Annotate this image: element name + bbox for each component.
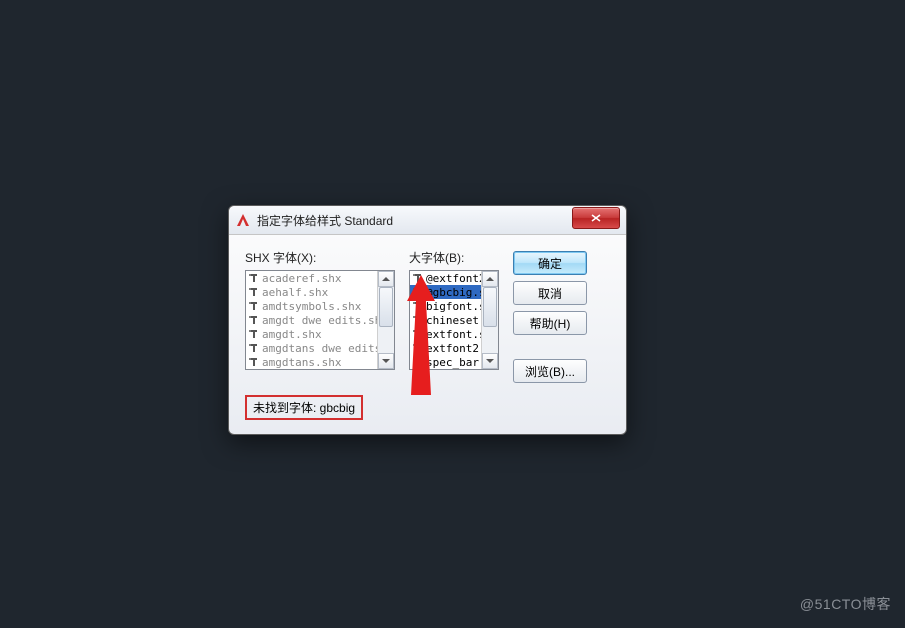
list-item[interactable]: acaderef.shx bbox=[246, 271, 394, 285]
ok-button[interactable]: 确定 bbox=[513, 251, 587, 275]
shx-column: SHX 字体(X): acaderef.shxaehalf.shxamdtsym… bbox=[245, 249, 395, 383]
list-item-label: amgdtans.shx bbox=[262, 356, 341, 369]
autocad-icon bbox=[235, 212, 251, 228]
scroll-track[interactable] bbox=[482, 287, 498, 353]
list-item[interactable]: amdtsymbols.shx bbox=[246, 299, 394, 313]
bigfont-listbox[interactable]: @extfont2.s@gbcbig.shxbigfont.shxchinese… bbox=[409, 270, 499, 370]
font-icon bbox=[248, 342, 260, 354]
list-item-label: amgdtans dwe edits bbox=[262, 342, 381, 355]
shx-label: SHX 字体(X): bbox=[245, 249, 395, 266]
font-dialog: 指定字体给样式 Standard SHX 字体(X): acaderef.shx… bbox=[228, 205, 627, 435]
scroll-thumb[interactable] bbox=[483, 287, 497, 327]
list-item[interactable]: amgdtans dwe edits bbox=[246, 341, 394, 355]
list-item-label: amdtsymbols.shx bbox=[262, 300, 361, 313]
list-item-label: amgdt.shx bbox=[262, 328, 322, 341]
browse-button[interactable]: 浏览(B)... bbox=[513, 359, 587, 383]
cancel-button[interactable]: 取消 bbox=[513, 281, 587, 305]
font-icon bbox=[412, 272, 424, 284]
list-item-label: acaderef.shx bbox=[262, 272, 341, 285]
scroll-track[interactable] bbox=[378, 287, 394, 353]
list-item-label: aehalf.shx bbox=[262, 286, 328, 299]
help-button[interactable]: 帮助(H) bbox=[513, 311, 587, 335]
close-button[interactable] bbox=[572, 207, 620, 229]
shx-listbox[interactable]: acaderef.shxaehalf.shxamdtsymbols.shxamg… bbox=[245, 270, 395, 370]
scroll-down-button[interactable] bbox=[482, 353, 498, 369]
list-item[interactable]: amgdt.shx bbox=[246, 327, 394, 341]
missing-font-status: 未找到字体: gbcbig bbox=[245, 395, 363, 420]
font-icon bbox=[248, 356, 260, 368]
font-icon bbox=[412, 314, 424, 326]
font-icon bbox=[412, 300, 424, 312]
scroll-down-button[interactable] bbox=[378, 353, 394, 369]
font-icon bbox=[412, 356, 424, 368]
scroll-up-button[interactable] bbox=[378, 271, 394, 287]
shx-scrollbar[interactable] bbox=[377, 271, 394, 369]
font-icon bbox=[248, 314, 260, 326]
font-icon bbox=[248, 272, 260, 284]
button-column: 确定 取消 帮助(H) 浏览(B)... bbox=[513, 249, 587, 383]
titlebar[interactable]: 指定字体给样式 Standard bbox=[229, 206, 626, 235]
font-icon bbox=[412, 328, 424, 340]
font-icon bbox=[412, 342, 424, 354]
status-row: 未找到字体: gbcbig bbox=[229, 395, 626, 434]
bigfont-label: 大字体(B): bbox=[409, 249, 499, 266]
scroll-thumb[interactable] bbox=[379, 287, 393, 327]
big-scrollbar[interactable] bbox=[481, 271, 498, 369]
list-item[interactable]: amgdtans.shx bbox=[246, 355, 394, 369]
font-icon bbox=[248, 328, 260, 340]
list-item[interactable]: amgdt dwe edits.shx bbox=[246, 313, 394, 327]
scroll-up-button[interactable] bbox=[482, 271, 498, 287]
font-icon bbox=[248, 286, 260, 298]
font-icon bbox=[248, 300, 260, 312]
dialog-title: 指定字体给样式 Standard bbox=[257, 212, 624, 229]
bigfont-column: 大字体(B): @extfont2.s@gbcbig.shxbigfont.sh… bbox=[409, 249, 499, 383]
watermark: @51CTO博客 bbox=[800, 594, 891, 614]
list-item[interactable]: aehalf.shx bbox=[246, 285, 394, 299]
list-item-label: amgdt dwe edits.shx bbox=[262, 314, 388, 327]
dialog-body: SHX 字体(X): acaderef.shxaehalf.shxamdtsym… bbox=[229, 235, 626, 395]
font-icon bbox=[412, 286, 424, 298]
